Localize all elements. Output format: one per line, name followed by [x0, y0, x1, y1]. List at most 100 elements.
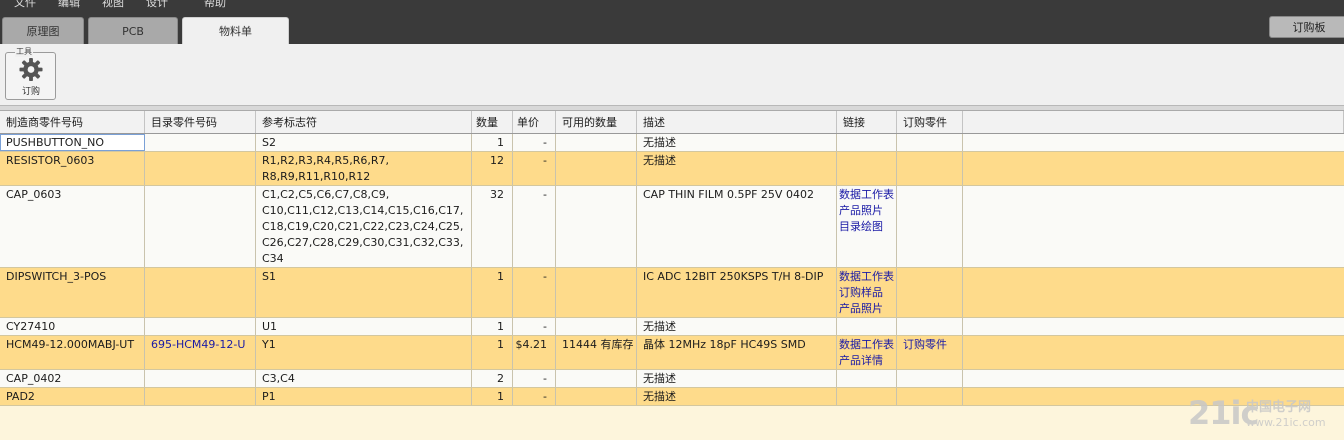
cell-filler	[963, 268, 1344, 317]
header-ref-designators[interactable]: 参考标志符	[256, 111, 472, 133]
table-row[interactable]: CAP_0603 C1,C2,C5,C6,C7,C8,C9, C10,C11,C1…	[0, 186, 1344, 268]
cell-mfr-part[interactable]: CY27410	[0, 318, 145, 335]
cell-unit-price[interactable]: $4.21	[513, 336, 556, 369]
cell-available-qty[interactable]	[556, 370, 637, 387]
cell-description[interactable]: IC ADC 12BIT 250KSPS T/H 8-DIP	[637, 268, 837, 317]
cell-available-qty[interactable]	[556, 388, 637, 405]
cell-mfr-part[interactable]: PAD2	[0, 388, 145, 405]
cell-ref-designators[interactable]: S1	[256, 268, 472, 317]
header-available-qty[interactable]: 可用的数量	[556, 111, 637, 133]
cell-catalog-part[interactable]	[145, 268, 256, 317]
cell-ref-designators[interactable]: P1	[256, 388, 472, 405]
cell-unit-price[interactable]: -	[513, 186, 556, 267]
cell-catalog-part[interactable]	[145, 134, 256, 151]
cell-available-qty[interactable]	[556, 318, 637, 335]
datasheet-link[interactable]: 目录绘图	[839, 219, 896, 235]
header-order-part[interactable]: 订购零件	[897, 111, 963, 133]
catalog-part-link[interactable]: 695-HCM49-12-U	[151, 338, 245, 351]
cell-unit-price[interactable]: -	[513, 134, 556, 151]
cell-qty[interactable]: 1	[472, 336, 513, 369]
tab-bom[interactable]: 物料单	[182, 17, 289, 44]
watermark-logo: 21ic 中国电子网 www.21ic.com	[1188, 394, 1338, 434]
cell-ref-designators[interactable]: U1	[256, 318, 472, 335]
cell-unit-price[interactable]: -	[513, 318, 556, 335]
cell-unit-price[interactable]: -	[513, 370, 556, 387]
cell-ref-designators[interactable]: C1,C2,C5,C6,C7,C8,C9, C10,C11,C12,C13,C1…	[256, 186, 472, 267]
cell-available-qty[interactable]	[556, 186, 637, 267]
table-row[interactable]: PUSHBUTTON_NO S2 1- 无描述	[0, 134, 1344, 152]
cell-unit-price[interactable]: -	[513, 268, 556, 317]
menu-view[interactable]: 视图	[102, 0, 124, 10]
cell-description[interactable]: 无描述	[637, 152, 837, 185]
datasheet-link[interactable]: 数据工作表	[839, 187, 896, 203]
cell-catalog-part[interactable]	[145, 186, 256, 267]
cell-catalog-part[interactable]	[145, 370, 256, 387]
cell-qty[interactable]: 1	[472, 134, 513, 151]
cell-description[interactable]: 无描述	[637, 318, 837, 335]
datasheet-link[interactable]: 产品照片	[839, 203, 896, 219]
cell-ref-designators[interactable]: C3,C4	[256, 370, 472, 387]
datasheet-link[interactable]: 数据工作表	[839, 269, 896, 285]
header-description[interactable]: 描述	[637, 111, 837, 133]
cell-description[interactable]: 无描述	[637, 388, 837, 405]
cell-description[interactable]: 无描述	[637, 134, 837, 151]
cell-qty[interactable]: 32	[472, 186, 513, 267]
cell-available-qty[interactable]: 11444 有库存	[556, 336, 637, 369]
gear-icon	[19, 57, 43, 82]
header-qty[interactable]: 数量	[472, 111, 513, 133]
tab-pcb[interactable]: PCB	[88, 17, 178, 44]
table-row[interactable]: PAD2 P1 1- 无描述	[0, 388, 1344, 406]
watermark-small: 中国电子网	[1246, 400, 1312, 415]
cell-mfr-part[interactable]: CAP_0402	[0, 370, 145, 387]
cell-ref-designators[interactable]: R1,R2,R3,R4,R5,R6,R7, R8,R9,R11,R10,R12	[256, 152, 472, 185]
cell-qty[interactable]: 1	[472, 318, 513, 335]
header-catalog-part[interactable]: 目录零件号码	[145, 111, 256, 133]
cell-unit-price[interactable]: -	[513, 388, 556, 405]
datasheet-link[interactable]: 产品照片	[839, 301, 896, 317]
cell-mfr-part[interactable]: RESISTOR_0603	[0, 152, 145, 185]
cell-qty[interactable]: 2	[472, 370, 513, 387]
cell-catalog-part[interactable]: 695-HCM49-12-U	[145, 336, 256, 369]
menu-edit[interactable]: 编辑	[58, 0, 80, 10]
header-unit-price[interactable]: 单价	[513, 111, 556, 133]
cell-mfr-part[interactable]: DIPSWITCH_3-POS	[0, 268, 145, 317]
cell-mfr-part[interactable]: HCM49-12.000MABJ-UT	[0, 336, 145, 369]
cell-mfr-part[interactable]: PUSHBUTTON_NO	[0, 134, 145, 151]
cell-links	[837, 152, 897, 185]
table-row[interactable]: CAP_0402 C3,C4 2- 无描述	[0, 370, 1344, 388]
order-board-button[interactable]: 订购板	[1269, 16, 1344, 38]
table-row[interactable]: CY27410 U1 1- 无描述	[0, 318, 1344, 336]
cell-catalog-part[interactable]	[145, 152, 256, 185]
cell-available-qty[interactable]	[556, 152, 637, 185]
cell-ref-designators[interactable]: Y1	[256, 336, 472, 369]
datasheet-link[interactable]: 订购样品	[839, 285, 896, 301]
tab-schematic[interactable]: 原理图	[2, 17, 84, 44]
cell-ref-designators[interactable]: S2	[256, 134, 472, 151]
cell-description[interactable]: CAP THIN FILM 0.5PF 25V 0402	[637, 186, 837, 267]
order-part-link[interactable]: 订购零件	[903, 337, 962, 353]
datasheet-link[interactable]: 数据工作表	[839, 337, 896, 353]
header-links[interactable]: 链接	[837, 111, 897, 133]
menu-help[interactable]: 帮助	[204, 0, 226, 10]
cell-order-part	[897, 268, 963, 317]
cell-order-part	[897, 388, 963, 405]
table-row[interactable]: HCM49-12.000MABJ-UT 695-HCM49-12-U Y1 1 $4.2…	[0, 336, 1344, 370]
cell-description[interactable]: 晶体 12MHz 18pF HC49S SMD	[637, 336, 837, 369]
cell-description[interactable]: 无描述	[637, 370, 837, 387]
cell-qty[interactable]: 1	[472, 268, 513, 317]
cell-qty[interactable]: 12	[472, 152, 513, 185]
cell-qty[interactable]: 1	[472, 388, 513, 405]
cell-available-qty[interactable]	[556, 134, 637, 151]
order-tool-button[interactable]: 订购	[12, 57, 50, 97]
menu-design[interactable]: 设计	[146, 0, 168, 10]
cell-mfr-part[interactable]: CAP_0603	[0, 186, 145, 267]
cell-unit-price[interactable]: -	[513, 152, 556, 185]
header-mfr-part[interactable]: 制造商零件号码	[0, 111, 145, 133]
cell-catalog-part[interactable]	[145, 318, 256, 335]
datasheet-link[interactable]: 产品详情	[839, 353, 896, 369]
menu-file[interactable]: 文件	[14, 0, 36, 10]
table-row[interactable]: DIPSWITCH_3-POS S1 1- IC ADC 12BIT 250KSPS …	[0, 268, 1344, 318]
cell-catalog-part[interactable]	[145, 388, 256, 405]
table-row[interactable]: RESISTOR_0603 R1,R2,R3,R4,R5,R6,R7, R8,R9…	[0, 152, 1344, 186]
cell-available-qty[interactable]	[556, 268, 637, 317]
